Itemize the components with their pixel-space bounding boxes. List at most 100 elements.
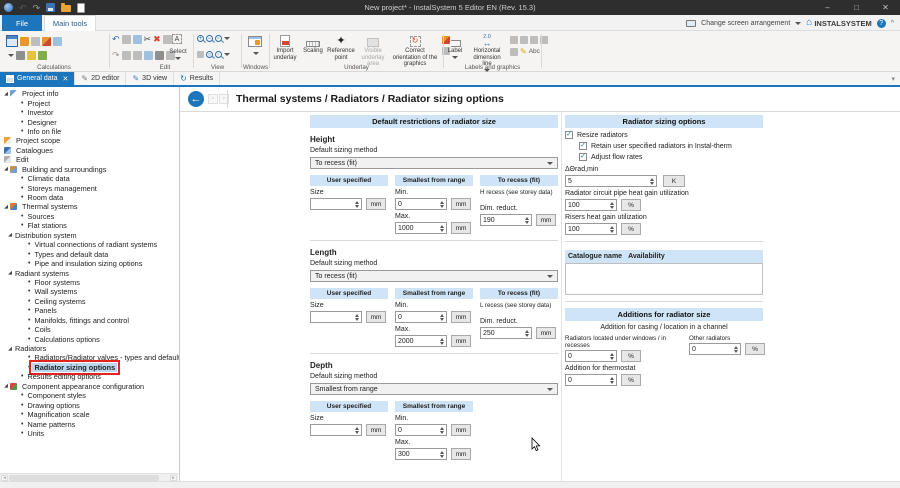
- paste-icon[interactable]: [133, 35, 142, 44]
- tree-item-room-data[interactable]: •Room data: [0, 193, 179, 202]
- change-screen-arrangement-button[interactable]: Change screen arrangement: [701, 20, 790, 27]
- height-method-select[interactable]: To recess (fit): [310, 157, 558, 169]
- circuit-gain-unit-button[interactable]: %: [621, 199, 641, 211]
- tree-item-component-styles[interactable]: •Component styles: [0, 391, 179, 400]
- tab-overflow-icon[interactable]: ▾: [891, 75, 895, 83]
- windows-dropdown-icon[interactable]: [253, 52, 259, 55]
- import-underlay-button[interactable]: Import underlay: [272, 34, 298, 61]
- calc-icon-1[interactable]: [20, 37, 29, 46]
- abc-text-icon[interactable]: Abc: [529, 48, 540, 55]
- length-dim-unit-button[interactable]: mm: [536, 327, 556, 339]
- tab-close-icon[interactable]: ✕: [62, 75, 68, 83]
- expander-icon[interactable]: ◢: [3, 383, 9, 389]
- catalogue-list-box[interactable]: [565, 263, 763, 295]
- tree-item-ceiling-systems[interactable]: •Ceiling systems: [0, 297, 179, 306]
- main-tools-tab[interactable]: Main tools: [44, 15, 96, 31]
- thermostat-input[interactable]: 0: [565, 374, 617, 386]
- tab-2d-editor[interactable]: ✎2D editor: [75, 72, 126, 85]
- calc-icon-3[interactable]: [42, 37, 51, 46]
- tree-item-investor[interactable]: •Investor: [0, 108, 179, 117]
- minimize-button[interactable]: –: [813, 0, 842, 15]
- pan-icon[interactable]: [197, 51, 204, 58]
- tree-item-radiant-systems[interactable]: ◢Radiant systems: [0, 268, 179, 277]
- risers-gain-input[interactable]: 100: [565, 223, 617, 235]
- view-dropdown-icon-2[interactable]: [224, 53, 230, 56]
- tree-item-project-scope[interactable]: Project scope: [0, 136, 179, 145]
- tree-item-designer[interactable]: •Designer: [0, 117, 179, 126]
- tree-item-building-and-surroundings[interactable]: ◢Building and surroundings: [0, 165, 179, 174]
- tree-item-project[interactable]: •Project: [0, 98, 179, 107]
- other-radiators-input[interactable]: 0: [689, 343, 741, 355]
- tree-item-name-patterns[interactable]: •Name patterns: [0, 419, 179, 428]
- tree-item-project-info[interactable]: ◢Project info: [0, 89, 179, 98]
- tab-3d-view[interactable]: ✎3D view: [126, 72, 174, 85]
- graphics-icon-5[interactable]: [510, 48, 518, 56]
- calc-icon-6[interactable]: [27, 51, 36, 60]
- depth-size-unit-button[interactable]: mm: [366, 424, 386, 436]
- edit-icon-5[interactable]: [155, 51, 164, 60]
- back-button[interactable]: ←: [188, 91, 204, 107]
- tree-item-calculations-options[interactable]: •Calculations options: [0, 334, 179, 343]
- graphics-icon-2[interactable]: [520, 36, 528, 44]
- length-max-input[interactable]: 2000: [395, 335, 447, 347]
- depth-max-unit-button[interactable]: mm: [451, 448, 471, 460]
- graphics-icon-3[interactable]: [530, 36, 538, 44]
- tree-item-units[interactable]: •Units: [0, 429, 179, 438]
- tree-item-flat-stations[interactable]: •Flat stations: [0, 221, 179, 230]
- zoom-out-icon[interactable]: −: [206, 35, 213, 42]
- tree-item-radiators-radiator-valves-types-and-default-data[interactable]: •Radiators/Radiator valves - types and d…: [0, 353, 179, 362]
- tree-item-pipe-and-insulation-sizing-options[interactable]: •Pipe and insulation sizing options: [0, 259, 179, 268]
- length-dim-reduct-input[interactable]: 250: [480, 327, 532, 339]
- tree-item-floor-systems[interactable]: •Floor systems: [0, 278, 179, 287]
- height-max-unit-button[interactable]: mm: [451, 222, 471, 234]
- depth-size-input[interactable]: [310, 424, 362, 436]
- reference-point-button[interactable]: ✦ Reference point: [328, 34, 354, 61]
- tree-item-types-and-default-data[interactable]: •Types and default data: [0, 249, 179, 258]
- edit-icon-2[interactable]: [122, 51, 131, 60]
- calculations-dropdown-icon[interactable]: [8, 54, 14, 57]
- tree-item-sources[interactable]: •Sources: [0, 212, 179, 221]
- expander-icon[interactable]: ◢: [3, 166, 9, 172]
- expander-icon[interactable]: ◢: [3, 204, 9, 210]
- resize-radiators-checkbox[interactable]: ✓ Resize radiators: [565, 131, 763, 139]
- redo-edit-icon[interactable]: ↷: [112, 51, 120, 60]
- view-dropdown-icon-1[interactable]: [224, 37, 230, 40]
- depth-min-input[interactable]: 0: [395, 424, 447, 436]
- header-aux-button-1[interactable]: ▫: [208, 94, 218, 104]
- zoom-all-icon[interactable]: ○: [206, 51, 213, 58]
- adjust-flow-rates-checkbox[interactable]: ✓ Adjust flow rates: [579, 153, 763, 161]
- height-dim-unit-button[interactable]: mm: [536, 214, 556, 226]
- correct-orientation-button[interactable]: ↻ Correct orientation of the graphics: [392, 34, 438, 68]
- tree-item-info-on-file[interactable]: •Info on file: [0, 127, 179, 136]
- tree-item-distribution-system[interactable]: ◢Distribution system: [0, 231, 179, 240]
- height-size-unit-button[interactable]: mm: [366, 198, 386, 210]
- risers-gain-unit-button[interactable]: %: [621, 223, 641, 235]
- height-max-input[interactable]: 1000: [395, 222, 447, 234]
- zoom-in-icon[interactable]: +: [197, 35, 204, 42]
- depth-max-input[interactable]: 300: [395, 448, 447, 460]
- tab-general-data[interactable]: General data✕: [0, 72, 75, 85]
- height-min-unit-button[interactable]: mm: [451, 198, 471, 210]
- visible-underlay-area-button[interactable]: Visible underlay area: [358, 34, 388, 68]
- thermostat-unit-button[interactable]: %: [621, 374, 641, 386]
- tree-item-magnification-scale[interactable]: •Magnification scale: [0, 410, 179, 419]
- tree-item-radiator-sizing-options[interactable]: •Radiator sizing options: [0, 363, 179, 372]
- calc-icon-2[interactable]: [31, 37, 40, 46]
- graphics-icon-1[interactable]: [510, 36, 518, 44]
- other-radiators-unit-button[interactable]: %: [745, 343, 765, 355]
- undo-edit-icon[interactable]: ↶: [112, 35, 120, 44]
- length-min-unit-button[interactable]: mm: [451, 311, 471, 323]
- tree-item-drawing-options[interactable]: •Drawing options: [0, 400, 179, 409]
- label-button[interactable]: Label: [446, 34, 464, 59]
- calc-icon-4[interactable]: [53, 37, 62, 46]
- tree-item-panels[interactable]: •Panels: [0, 306, 179, 315]
- tab-results[interactable]: ↻Results: [174, 72, 220, 85]
- tree-item-component-appearance-configuration[interactable]: ◢Component appearance configuration: [0, 382, 179, 391]
- length-size-input[interactable]: [310, 311, 362, 323]
- length-max-unit-button[interactable]: mm: [451, 335, 471, 347]
- under-windows-input[interactable]: 0: [565, 350, 617, 362]
- close-button[interactable]: ✕: [871, 0, 900, 15]
- tree-item-coils[interactable]: •Coils: [0, 325, 179, 334]
- tree-item-manifolds-fittings-and-control[interactable]: •Manifolds, fittings and control: [0, 316, 179, 325]
- pencil-yellow-icon[interactable]: ✎: [520, 47, 527, 56]
